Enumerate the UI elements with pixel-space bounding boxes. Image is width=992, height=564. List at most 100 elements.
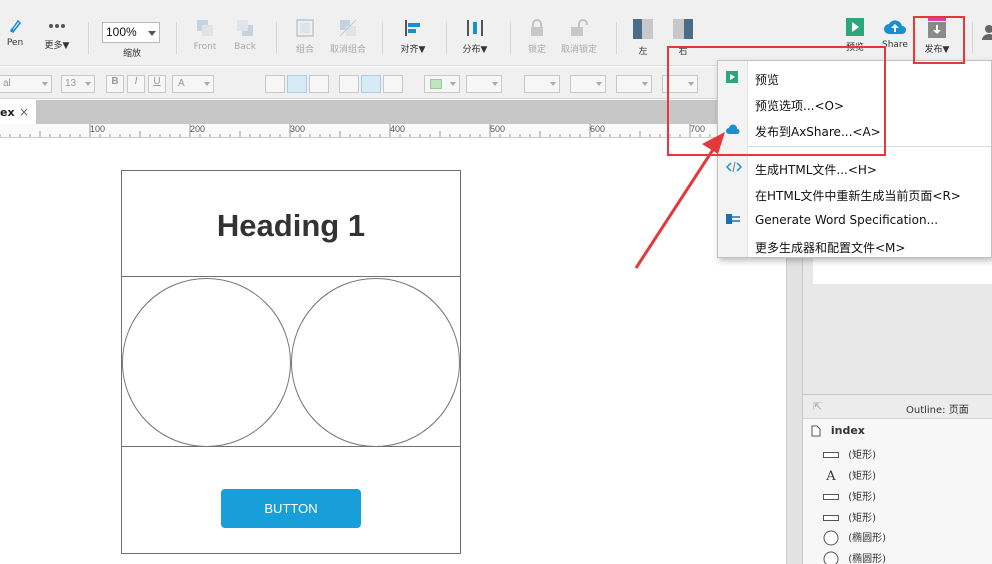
- align-left-icon: [405, 20, 420, 36]
- toolbar-divider: [510, 22, 511, 54]
- toolbar-divider: [446, 22, 447, 54]
- ruler-label: 100: [90, 124, 106, 134]
- line-width-button[interactable]: [570, 75, 606, 93]
- close-icon[interactable]: ×: [19, 105, 29, 119]
- text-icon: A: [826, 468, 836, 484]
- distribute-button[interactable]: 分布▼: [458, 18, 492, 55]
- outline-item[interactable]: (椭圆形): [823, 550, 886, 564]
- toolbar-divider: [88, 22, 89, 54]
- annotation-highlight-publish: [913, 16, 965, 64]
- outline-item[interactable]: A (矩形): [823, 467, 876, 484]
- group-label: 组合: [295, 45, 314, 55]
- shadow-button[interactable]: [466, 75, 502, 93]
- valign-middle-button[interactable]: [361, 75, 381, 93]
- lock-label: 锁定: [527, 45, 546, 55]
- align-text-right-button[interactable]: [309, 75, 329, 93]
- code-icon: [726, 161, 742, 173]
- ruler-label: 600: [590, 124, 606, 134]
- word-doc-icon: [726, 214, 740, 224]
- lock-button[interactable]: 锁定: [524, 18, 550, 55]
- ellipse-icon: [823, 551, 839, 564]
- menu-item-more-generators[interactable]: 更多生成器和配置文件<M>: [718, 232, 991, 258]
- pen-label: Pen: [6, 38, 24, 48]
- bring-front-button[interactable]: Front: [190, 18, 220, 52]
- chevron-down-icon: [42, 82, 48, 86]
- underline-button[interactable]: U: [148, 75, 166, 93]
- font-size-select[interactable]: 13: [61, 75, 95, 93]
- outline-item-label: (椭圆形): [848, 533, 886, 544]
- front-label: Front: [193, 42, 217, 52]
- align-button[interactable]: 对齐▼: [396, 18, 430, 55]
- menu-item-label: 生成HTML文件...<H>: [755, 163, 877, 177]
- font-size-value: 13: [65, 78, 77, 89]
- align-text-left-button[interactable]: [265, 75, 285, 93]
- fill-color-button[interactable]: [424, 75, 460, 93]
- wireframe-button[interactable]: BUTTON: [221, 489, 361, 528]
- bold-button[interactable]: B: [106, 75, 124, 93]
- font-family-select[interactable]: al: [0, 75, 52, 93]
- annotation-highlight-menu: [667, 46, 886, 156]
- wireframe-frame[interactable]: Heading 1 BUTTON: [121, 170, 461, 554]
- outline-item-label: (矩形): [848, 513, 876, 524]
- italic-button[interactable]: I: [127, 75, 145, 93]
- outline-item-label: (矩形): [848, 492, 876, 503]
- menu-item-generate-html[interactable]: 生成HTML文件...<H>: [718, 154, 991, 180]
- outline-item[interactable]: (椭圆形): [823, 529, 886, 546]
- line-style-button[interactable]: [616, 75, 652, 93]
- chevron-down-icon: [450, 82, 456, 86]
- align-text-center-button[interactable]: [287, 75, 307, 93]
- rectangle-icon: [823, 452, 839, 458]
- outline-item[interactable]: (矩形): [823, 509, 876, 524]
- ellipse-right[interactable]: [291, 278, 460, 447]
- group-button[interactable]: 组合: [290, 18, 320, 55]
- more-label: 更多▼: [44, 41, 70, 51]
- menu-item-word-spec[interactable]: Generate Word Specification...: [718, 206, 991, 232]
- zoom-label-wrap: 缩放: [116, 46, 148, 59]
- ungroup-label: 取消组合: [329, 45, 366, 55]
- distribute-icon: [467, 20, 483, 36]
- ruler-label: 400: [390, 124, 406, 134]
- rectangle-icon: [823, 494, 839, 500]
- more-button[interactable]: 更多▼: [40, 18, 74, 51]
- panel-right-icon: [673, 19, 693, 39]
- outline-root[interactable]: index: [811, 424, 865, 437]
- zoom-select[interactable]: 100%: [102, 22, 160, 43]
- ellipse-left[interactable]: [122, 278, 291, 447]
- image-row-rectangle[interactable]: [122, 278, 460, 447]
- expand-icon[interactable]: ⇱: [813, 400, 822, 413]
- ungroup-icon: [339, 19, 357, 37]
- toolbar-divider: [276, 22, 277, 54]
- valign-bottom-button[interactable]: [383, 75, 403, 93]
- send-back-button[interactable]: Back: [230, 18, 260, 52]
- tab-index[interactable]: ex ×: [0, 100, 36, 124]
- pen-tool-button[interactable]: Pen: [4, 18, 26, 48]
- toolbar-divider: [616, 22, 617, 54]
- menu-item-regenerate-page[interactable]: 在HTML文件中重新生成当前页面<R>: [718, 180, 991, 206]
- page-left-button[interactable]: 左: [630, 18, 656, 57]
- design-canvas[interactable]: Heading 1 BUTTON: [0, 139, 802, 564]
- zoom-label: 缩放: [122, 49, 141, 59]
- font-color-button[interactable]: A: [172, 75, 214, 93]
- unlock-button[interactable]: 取消锁定: [558, 18, 600, 55]
- outline-header: ⇱ Outline: 页面: [803, 395, 992, 419]
- header-rectangle[interactable]: Heading 1: [122, 171, 460, 277]
- play-icon: [846, 18, 864, 36]
- chevron-down-icon: [550, 82, 556, 86]
- distribute-label: 分布▼: [462, 45, 488, 55]
- chevron-down-icon: [204, 82, 210, 86]
- chevron-down-icon: [148, 31, 156, 36]
- user-icon[interactable]: [982, 24, 992, 40]
- line-color-button[interactable]: [524, 75, 560, 93]
- heading-text[interactable]: Heading 1: [122, 208, 460, 244]
- outline-item-label: (矩形): [848, 450, 876, 461]
- outline-item[interactable]: (矩形): [823, 488, 876, 503]
- outline-item[interactable]: (矩形): [823, 446, 876, 461]
- ungroup-button[interactable]: 取消组合: [328, 18, 368, 55]
- menu-item-label: Generate Word Specification...: [755, 213, 939, 227]
- bring-front-icon: [197, 20, 213, 36]
- back-label: Back: [234, 42, 256, 52]
- outline-title: Outline: 页面: [906, 405, 969, 416]
- valign-top-button[interactable]: [339, 75, 359, 93]
- unlock-icon: [571, 19, 588, 36]
- pen-icon: [9, 19, 21, 33]
